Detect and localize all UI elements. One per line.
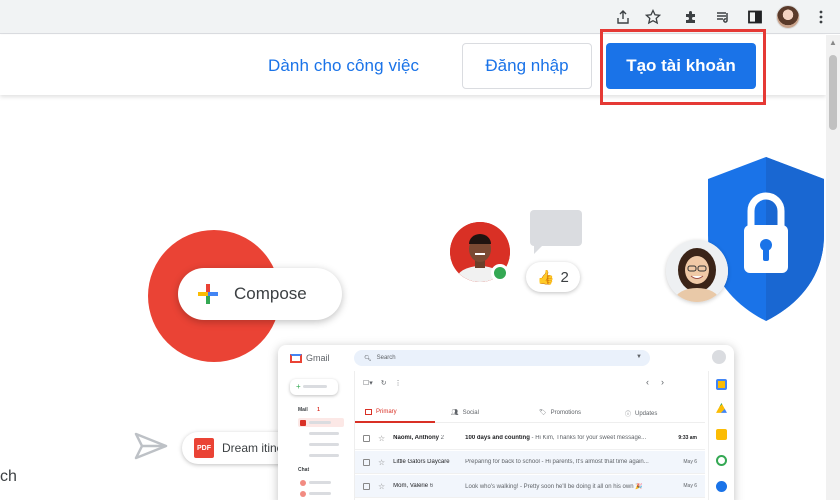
email-checkbox[interactable] [363, 458, 370, 466]
select-all-checkbox[interactable]: ☐▾ [363, 379, 373, 387]
email-checkbox[interactable] [363, 482, 370, 490]
email-sender: Mom, Valerie 6 [393, 483, 434, 489]
calendar-icon[interactable] [716, 379, 727, 390]
promotions-tag-icon: 🏷︎ [539, 410, 547, 416]
more-options-icon[interactable]: ⋮ [395, 379, 402, 387]
scrollbar-thumb[interactable] [829, 55, 837, 130]
plus-icon [198, 284, 218, 304]
tab-primary[interactable]: Primary [365, 409, 397, 415]
reaction-badge[interactable]: 👍 2 [526, 262, 580, 292]
gmail-sidebar: + Mail 1 Chat [278, 371, 354, 500]
tab-promotions[interactable]: 🏷︎ Promotions [539, 409, 581, 417]
email-sender: Little Gators Daycare [393, 459, 450, 465]
share-icon[interactable] [612, 6, 634, 28]
phone-icon[interactable] [716, 455, 727, 466]
chat-bubble-icon [530, 210, 582, 246]
gmail-compose-mini[interactable]: + [290, 379, 338, 395]
gmail-search-placeholder: Search [376, 355, 396, 361]
gmail-preview-window: Gmail 🔍︎ Search ▼ + Mail 1 Chat ☐▾ ↻ ⋮ ‹… [278, 345, 734, 500]
security-shield-icon [708, 157, 824, 321]
login-button[interactable]: Đăng nhập [462, 43, 592, 89]
gmail-chat-item[interactable] [298, 489, 344, 498]
thumbs-up-icon: 👍 [537, 268, 555, 285]
inbox-icon [300, 419, 306, 426]
email-row[interactable]: ☆ Naomi, Anthony 2 100 days and counting… [355, 427, 705, 450]
next-page-icon[interactable]: › [661, 377, 664, 387]
gmail-search-bar[interactable]: 🔍︎ Search ▼ [354, 350, 650, 366]
send-icon [134, 432, 168, 460]
star-icon[interactable]: ☆ [378, 434, 385, 443]
email-time: May 6 [683, 459, 697, 465]
profile-avatar[interactable] [776, 5, 800, 29]
prev-page-icon[interactable]: ‹ [646, 377, 649, 387]
email-time: May 6 [683, 483, 697, 489]
gmail-topbar: Gmail 🔍︎ Search ▼ [278, 345, 734, 371]
gmail-side-item[interactable] [298, 429, 344, 438]
more-menu-icon[interactable] [810, 6, 832, 28]
gmail-account-avatar[interactable] [712, 350, 726, 364]
search-options-icon[interactable]: ▼ [636, 354, 642, 360]
gmail-toolbar: ☐▾ ↻ ⋮ [363, 379, 402, 387]
gmail-pagination: ‹ › [646, 377, 664, 387]
reaction-count: 2 [560, 268, 569, 286]
gmail-app-name: Gmail [306, 353, 330, 363]
bookmark-star-icon[interactable] [642, 6, 664, 28]
tab-social[interactable]: 👥︎ Social [451, 409, 479, 417]
search-icon: 🔍︎ [364, 355, 372, 362]
highlight-annotation-box [600, 29, 766, 105]
compose-button[interactable]: Compose [178, 268, 342, 320]
gmail-logo: Gmail [290, 353, 330, 363]
primary-inbox-icon [365, 409, 372, 415]
gmail-inbox-item[interactable] [298, 418, 344, 427]
compose-label: Compose [234, 284, 307, 303]
business-link[interactable]: Dành cho công việc [268, 56, 419, 76]
gmail-side-item[interactable] [298, 440, 344, 449]
keep-icon[interactable] [716, 429, 727, 440]
gmail-inbox-panel: ☐▾ ↻ ⋮ ‹ › Primary 👥︎ Social 🏷︎ Promotio… [354, 371, 705, 500]
extensions-puzzle-icon[interactable] [680, 6, 702, 28]
pdf-file-icon: PDF [194, 438, 214, 458]
email-checkbox[interactable] [363, 434, 370, 442]
gmail-chat-label: Chat [298, 467, 310, 473]
gmail-side-item[interactable] [298, 451, 344, 460]
email-time: 9:33 am [678, 435, 697, 441]
gmail-mail-label: Mail 1 [298, 407, 320, 413]
star-icon[interactable]: ☆ [378, 482, 385, 491]
updates-info-icon: ⓘ [625, 412, 632, 418]
tab-updates[interactable]: ⓘ Updates [625, 409, 657, 419]
truncated-text: ch [0, 468, 17, 485]
chat-bubble-tail [534, 244, 544, 254]
email-subject: Look who's walking! - Pretty soon he'll … [465, 483, 643, 490]
gmail-m-icon [290, 353, 302, 363]
gmail-side-rail [708, 371, 734, 500]
email-row[interactable]: ☆ Little Gators Daycare Preparing for ba… [355, 451, 705, 474]
email-subject: Preparing for back to school - Hi parent… [465, 459, 649, 465]
gmail-tabs: Primary 👥︎ Social 🏷︎ Promotions ⓘ Update… [355, 405, 705, 423]
refresh-icon[interactable]: ↻ [381, 379, 387, 387]
gmail-mail-badge: 1 [317, 407, 320, 413]
media-queue-icon[interactable] [712, 6, 734, 28]
email-row[interactable]: ☆ Mom, Valerie 6 Look who's walking! - P… [355, 475, 705, 498]
email-sender: Naomi, Anthony 2 [393, 435, 444, 441]
gmail-chat-item[interactable] [298, 478, 344, 487]
tasks-icon[interactable] [716, 481, 727, 492]
browser-window: Dành cho công việc Đăng nhập Tạo tài kho… [0, 0, 840, 500]
online-status-dot [491, 264, 509, 282]
drive-icon[interactable] [716, 403, 727, 413]
active-tab-indicator [355, 421, 435, 423]
side-panel-icon[interactable] [744, 6, 766, 28]
social-people-icon: 👥︎ [451, 410, 459, 416]
email-subject: 100 days and counting - Hi Kim, Thanks f… [465, 435, 647, 441]
chat-user-avatar-2 [666, 240, 728, 302]
scroll-up-arrow-icon[interactable]: ▲ [828, 38, 838, 48]
star-icon[interactable]: ☆ [378, 458, 385, 467]
